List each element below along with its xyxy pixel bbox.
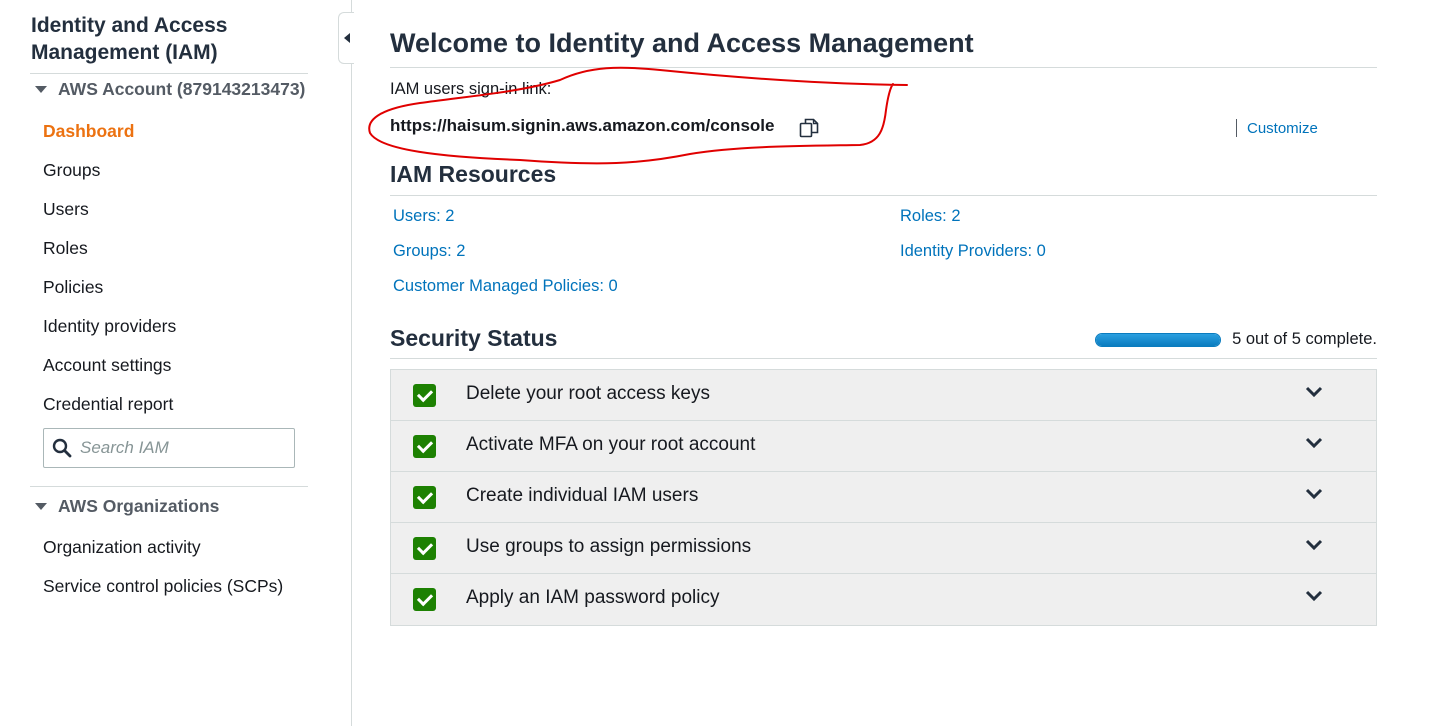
- search-box: [43, 428, 295, 468]
- status-label: Use groups to assign permissions: [466, 536, 752, 557]
- aws-account-section-toggle[interactable]: AWS Account (879143213473): [35, 79, 305, 100]
- sidebar-title: Identity and Access Management (IAM): [31, 14, 228, 64]
- chevron-down-icon[interactable]: [1305, 437, 1323, 449]
- sidebar-item-organization-activity[interactable]: Organization activity: [43, 537, 201, 558]
- check-icon: [413, 588, 436, 611]
- sidebar: Identity and Access Management (IAM) AWS…: [0, 0, 352, 726]
- security-divider: [390, 358, 1377, 359]
- check-icon: [413, 486, 436, 509]
- resource-link-customer-managed-policies[interactable]: Customer Managed Policies: 0: [393, 277, 618, 296]
- collapse-sidebar-button[interactable]: [338, 12, 354, 64]
- sidebar-item-roles[interactable]: Roles: [43, 238, 88, 259]
- resource-link-roles[interactable]: Roles: 2: [900, 207, 961, 226]
- aws-organizations-section-toggle[interactable]: AWS Organizations: [35, 496, 219, 517]
- sidebar-item-service-control-policies[interactable]: Service control policies (SCPs): [43, 576, 283, 597]
- status-label: Delete your root access keys: [466, 383, 710, 404]
- chevron-down-icon[interactable]: [1305, 488, 1323, 500]
- page-title: Welcome to Identity and Access Managemen…: [390, 28, 974, 58]
- security-status-title: Security Status: [390, 325, 558, 351]
- sidebar-item-credential-report[interactable]: Credential report: [43, 394, 173, 415]
- status-row-delete-root-keys[interactable]: Delete your root access keys: [391, 370, 1376, 421]
- aws-account-section-label: AWS Account (879143213473): [58, 79, 306, 99]
- status-row-create-iam-users[interactable]: Create individual IAM users: [391, 472, 1376, 523]
- chevron-down-icon[interactable]: [1305, 590, 1323, 602]
- iam-resources-title: IAM Resources: [390, 161, 557, 187]
- caret-down-icon: [35, 86, 47, 93]
- sidebar-divider: [30, 73, 308, 74]
- progress-text: 5 out of 5 complete.: [1232, 330, 1377, 348]
- check-icon: [413, 384, 436, 407]
- status-label: Apply an IAM password policy: [466, 587, 720, 608]
- customize-wrap: Customize: [1236, 119, 1318, 137]
- title-divider: [390, 67, 1377, 68]
- caret-left-icon: [343, 33, 350, 43]
- chevron-down-icon[interactable]: [1305, 539, 1323, 551]
- search-input[interactable]: [80, 438, 280, 458]
- sidebar-item-users[interactable]: Users: [43, 199, 89, 220]
- signin-url: https://haisum.signin.aws.amazon.com/con…: [390, 116, 775, 135]
- aws-organizations-section-label: AWS Organizations: [58, 496, 220, 516]
- sidebar-item-account-settings[interactable]: Account settings: [43, 355, 171, 376]
- check-icon: [413, 537, 436, 560]
- customize-link[interactable]: Customize: [1247, 120, 1318, 137]
- caret-down-icon: [35, 503, 47, 510]
- resource-link-groups[interactable]: Groups: 2: [393, 242, 465, 261]
- chevron-down-icon[interactable]: [1305, 386, 1323, 398]
- sidebar-item-policies[interactable]: Policies: [43, 277, 103, 298]
- progress-bar: [1095, 332, 1222, 347]
- progress-fill: [1096, 333, 1221, 346]
- divider-pipe: [1236, 119, 1237, 137]
- security-status-list: Delete your root access keys Activate MF…: [390, 369, 1377, 626]
- status-row-activate-mfa[interactable]: Activate MFA on your root account: [391, 421, 1376, 472]
- sidebar-item-groups[interactable]: Groups: [43, 160, 100, 181]
- search-icon: [52, 438, 72, 458]
- signin-link-label: IAM users sign-in link:: [390, 80, 552, 98]
- status-label: Create individual IAM users: [466, 485, 699, 506]
- status-row-password-policy[interactable]: Apply an IAM password policy: [391, 574, 1376, 625]
- sidebar-item-identity-providers[interactable]: Identity providers: [43, 316, 176, 337]
- resources-divider: [390, 195, 1377, 196]
- security-progress: 5 out of 5 complete.: [1095, 330, 1377, 349]
- resource-link-users[interactable]: Users: 2: [393, 207, 454, 226]
- copy-icon[interactable]: [798, 117, 820, 139]
- status-row-use-groups[interactable]: Use groups to assign permissions: [391, 523, 1376, 574]
- resource-link-identity-providers[interactable]: Identity Providers: 0: [900, 242, 1046, 261]
- sidebar-item-dashboard[interactable]: Dashboard: [43, 121, 134, 142]
- sidebar-divider: [30, 486, 308, 487]
- check-icon: [413, 435, 436, 458]
- status-label: Activate MFA on your root account: [466, 434, 756, 455]
